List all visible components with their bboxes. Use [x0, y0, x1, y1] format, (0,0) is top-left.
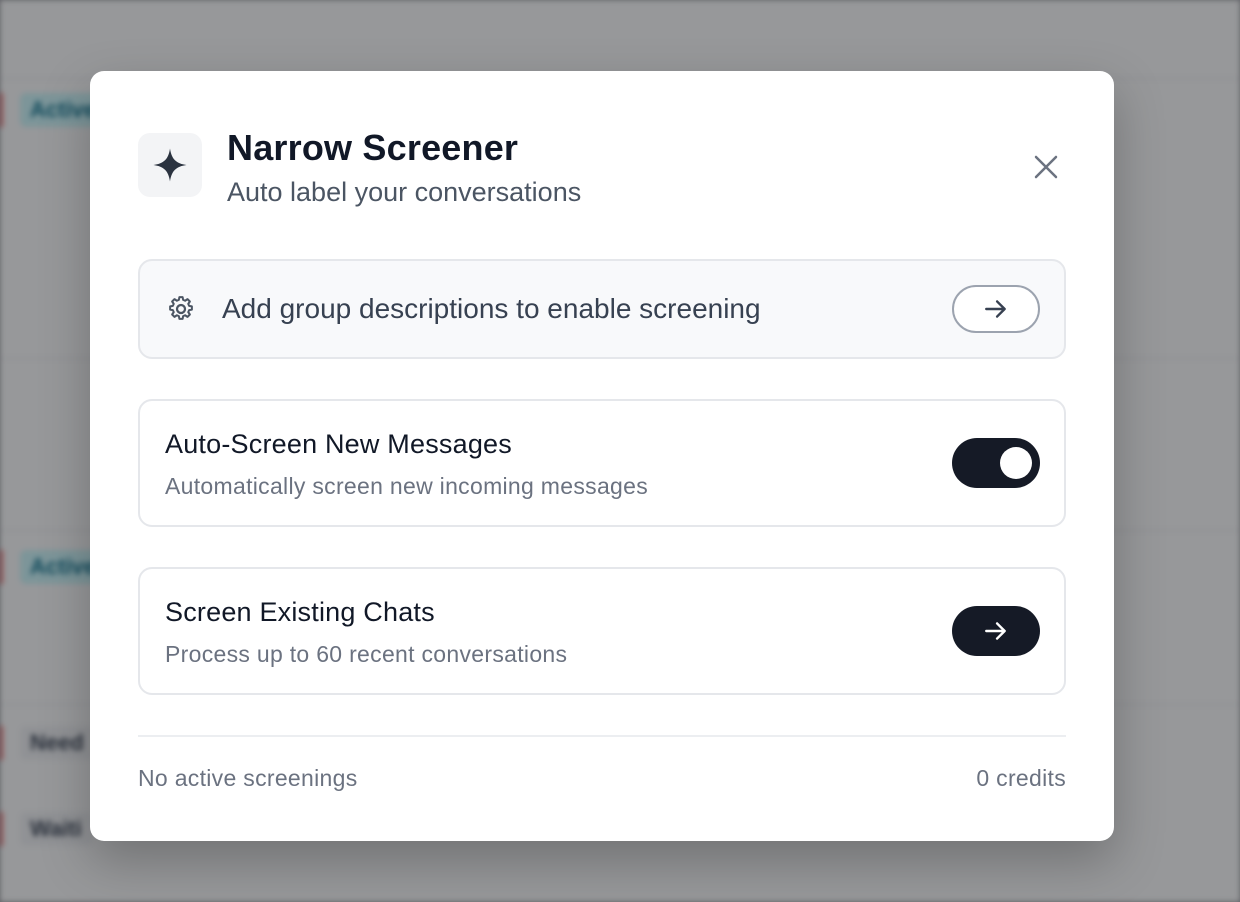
footer-divider	[138, 735, 1066, 737]
gear-icon	[169, 296, 193, 320]
auto-screen-toggle[interactable]	[952, 438, 1040, 488]
auto-screen-description: Automatically screen new incoming messag…	[165, 473, 649, 499]
auto-screen-title: Auto-Screen New Messages	[165, 429, 512, 459]
credits-count: 0 credits	[976, 765, 1066, 791]
screen-existing-title: Screen Existing Chats	[165, 597, 435, 627]
close-button[interactable]	[1026, 147, 1066, 187]
screen-existing-card: Screen Existing Chats Process up to 60 r…	[138, 567, 1066, 695]
toggle-knob	[1000, 447, 1032, 479]
arrow-right-icon	[985, 622, 1006, 640]
screen-existing-button[interactable]	[952, 606, 1040, 656]
screen-existing-description: Process up to 60 recent conversations	[165, 641, 568, 667]
modal-title: Narrow Screener	[227, 127, 519, 168]
modal-subtitle: Auto label your conversations	[227, 177, 582, 207]
screener-modal: Narrow Screener Auto label your conversa…	[90, 71, 1114, 841]
modal-header: Narrow Screener Auto label your conversa…	[138, 127, 1066, 213]
arrow-right-icon	[985, 300, 1006, 318]
auto-screen-card: Auto-Screen New Messages Automatically s…	[138, 399, 1066, 527]
group-descriptions-notice: Add group descriptions to enable screeni…	[138, 259, 1066, 359]
sparkle-icon	[138, 133, 202, 197]
close-icon	[1034, 155, 1058, 179]
screening-status: No active screenings	[138, 765, 358, 791]
notice-text: Add group descriptions to enable screeni…	[222, 293, 761, 324]
group-descriptions-button[interactable]	[952, 285, 1040, 333]
